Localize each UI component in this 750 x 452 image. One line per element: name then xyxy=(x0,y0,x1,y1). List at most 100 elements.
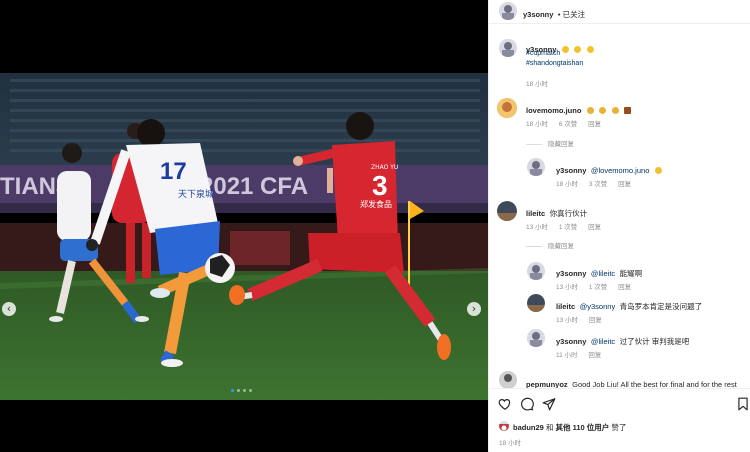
player-right-sponsor: 郑发食品 xyxy=(360,199,392,209)
reply: lileitc @y3sonny 青岛罗本肯定是没问题了 xyxy=(556,296,702,314)
comment-likes[interactable]: 1 次赞 xyxy=(559,224,577,231)
reply-username[interactable]: y3sonny xyxy=(556,269,586,278)
reply: y3sonny @lovemomo.juno xyxy=(556,160,662,178)
reply-avatar-image xyxy=(527,262,545,280)
emoji-icon xyxy=(654,167,662,174)
liker-avatar-image xyxy=(499,424,509,431)
chevron-right-icon: › xyxy=(471,302,477,315)
comment-likes[interactable]: 6 次赞 xyxy=(559,121,577,128)
comment-time: 18 小时 xyxy=(526,121,549,128)
mention-link[interactable]: @lileitc xyxy=(591,337,615,346)
reply-meta: 13 小时 回复 xyxy=(556,314,611,324)
reply-avatar[interactable] xyxy=(527,329,545,347)
reply-time: 13 小时 xyxy=(556,284,579,291)
likes-connector: 和 xyxy=(545,423,554,432)
comment-meta: 18 小时 6 次赞 回复 xyxy=(526,118,610,128)
reply-username[interactable]: y3sonny xyxy=(556,166,586,175)
reply-avatar-image xyxy=(527,294,545,312)
reply-time: 13 小时 xyxy=(556,317,579,324)
emoji-icon xyxy=(611,107,619,114)
carousel-dot xyxy=(243,389,246,392)
comment-icon[interactable] xyxy=(520,397,534,411)
reply-avatar[interactable] xyxy=(527,158,545,176)
reply-button[interactable]: 回复 xyxy=(588,121,601,128)
previous-photo-button[interactable]: ‹ xyxy=(2,302,16,316)
reply-button[interactable]: 回复 xyxy=(588,224,601,231)
post-photo[interactable]: TIANJ 2021 CFA 17 天下泉城 ZHAO YU 3 郑发食品 ‹ … xyxy=(0,73,488,400)
reply-likes[interactable]: 1 次赞 xyxy=(589,284,607,291)
hide-replies-button[interactable]: 隐藏回复 xyxy=(526,240,574,250)
commenter-avatar-image xyxy=(497,201,517,221)
emoji-icon xyxy=(599,107,607,114)
author-avatar[interactable] xyxy=(499,2,517,20)
author-avatar-image xyxy=(499,2,517,20)
reply-username[interactable]: lileitc xyxy=(556,302,575,311)
reply-button[interactable]: 回复 xyxy=(588,352,601,359)
reply-button[interactable]: 回复 xyxy=(618,284,631,291)
commenter-avatar[interactable] xyxy=(497,201,517,221)
reply-likes[interactable]: 3 次赞 xyxy=(589,181,607,188)
likes-summary: badun29 和 其他 110 位用户 赞了 xyxy=(513,422,626,433)
heart-icon[interactable] xyxy=(498,397,512,411)
carousel-dot xyxy=(237,389,240,392)
author-username[interactable]: y3sonny xyxy=(523,10,553,19)
comment-text: 你真行伙计 xyxy=(549,209,588,218)
banner-text-2: 2021 CFA xyxy=(200,173,308,200)
comment-username[interactable]: lovemomo.juno xyxy=(526,106,581,115)
commenter-avatar[interactable] xyxy=(499,371,517,389)
liker-username[interactable]: badun29 xyxy=(513,423,544,432)
follow-status[interactable]: 已关注 xyxy=(563,10,586,19)
reply-text: 青岛罗本肯定是没问题了 xyxy=(619,302,703,311)
chevron-left-icon: ‹ xyxy=(6,302,12,315)
liker-avatar[interactable] xyxy=(499,421,509,431)
emoji-icon xyxy=(574,46,582,53)
reply-avatar[interactable] xyxy=(527,262,545,280)
next-photo-button[interactable]: › xyxy=(467,302,481,316)
carousel-dot xyxy=(249,389,252,392)
mention-link[interactable]: @lileitc xyxy=(591,269,615,278)
hashtag-cupmatch[interactable]: #cupmatch xyxy=(526,50,560,57)
commenter-avatar-image xyxy=(497,98,517,118)
emoji-icon xyxy=(586,46,594,53)
caption-time: 18 小时 xyxy=(526,81,549,88)
comment: lileitc 你真行伙计 xyxy=(526,203,587,221)
post-actions: badun29 和 其他 110 位用户 赞了 18 小时 xyxy=(489,388,750,452)
carousel-dot xyxy=(231,389,234,392)
reply-meta: 11 小时 回复 xyxy=(556,349,610,359)
caption-avatar[interactable] xyxy=(499,39,517,57)
reply-meta: 18 小时 3 次赞 回复 xyxy=(556,178,640,188)
media-panel: TIANJ 2021 CFA 17 天下泉城 ZHAO YU 3 郑发食品 ‹ … xyxy=(0,0,488,452)
reply-button[interactable]: 回复 xyxy=(618,181,631,188)
player-right-number: 3 xyxy=(372,170,388,201)
reply-avatar[interactable] xyxy=(527,294,545,312)
share-icon[interactable] xyxy=(542,397,556,411)
mention-link[interactable]: @y3sonny xyxy=(580,302,616,311)
save-icon[interactable] xyxy=(736,397,750,411)
reply-time: 11 小时 xyxy=(556,352,578,359)
reply-username[interactable]: y3sonny xyxy=(556,337,586,346)
reply-avatar-image xyxy=(527,329,545,347)
reply-avatar-image xyxy=(527,158,545,176)
player-left-sponsor: 天下泉城 xyxy=(178,188,214,200)
comment-username[interactable]: lileitc xyxy=(526,209,545,218)
reply-button[interactable]: 回复 xyxy=(589,317,602,324)
mention-link[interactable]: @lovemomo.juno xyxy=(591,166,649,175)
football-match-image: TIANJ 2021 CFA 17 天下泉城 ZHAO YU 3 郑发食品 xyxy=(0,73,488,400)
emoji-icon xyxy=(624,107,632,114)
caption-avatar-image xyxy=(499,39,517,57)
comment-time: 13 小时 xyxy=(526,224,549,231)
comment-meta: 13 小时 1 次赞 回复 xyxy=(526,221,610,231)
carousel-indicator xyxy=(231,389,252,392)
post-header: y3sonny • 已关注 xyxy=(489,0,750,24)
reply: y3sonny @lileitc 过了伙计 审判我是吧 xyxy=(556,331,689,349)
hide-replies-button[interactable]: 隐藏回复 xyxy=(526,138,574,148)
hashtag-shandongtaishan[interactable]: #shandongtaishan xyxy=(526,60,583,67)
reply-time: 18 小时 xyxy=(556,181,579,188)
emoji-icon xyxy=(561,46,569,53)
post-time: 18 小时 xyxy=(499,440,522,447)
emoji-icon xyxy=(586,107,594,114)
commenter-avatar-image xyxy=(499,371,517,389)
commenter-avatar[interactable] xyxy=(497,98,517,118)
likes-others[interactable]: 其他 110 位用户 xyxy=(556,423,610,432)
football xyxy=(205,253,235,283)
